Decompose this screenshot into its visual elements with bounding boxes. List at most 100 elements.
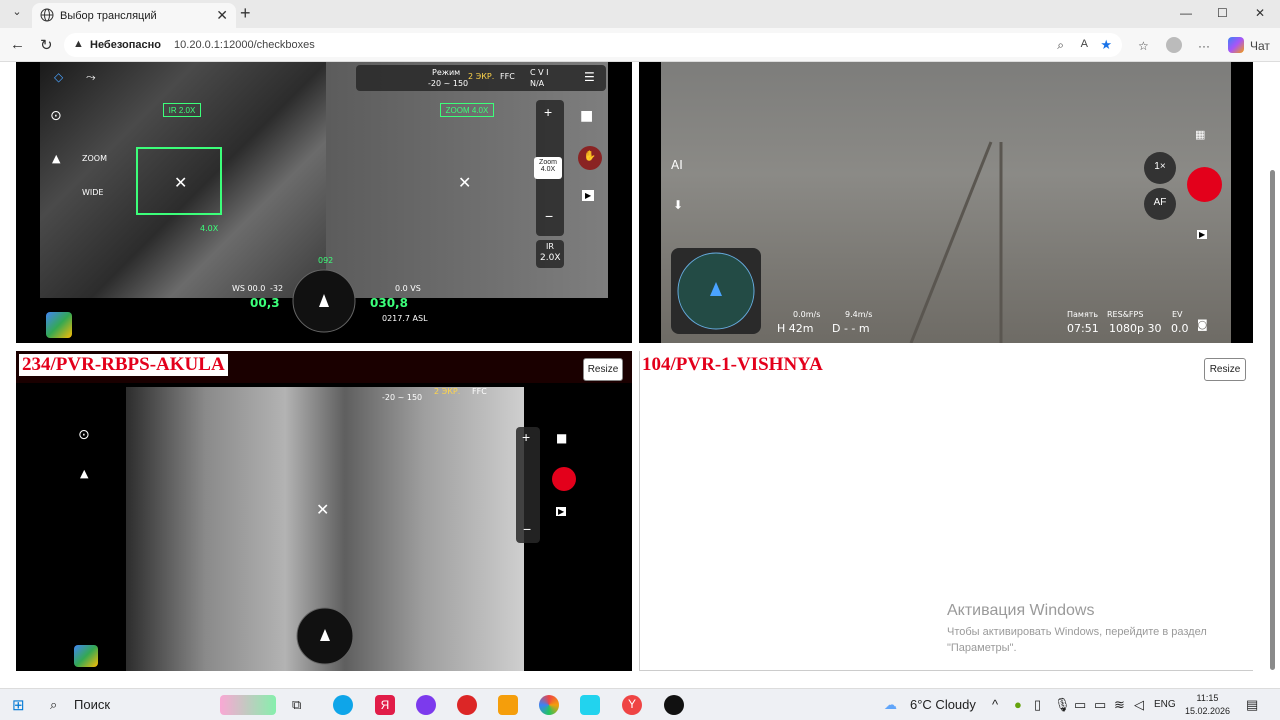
app-icon-3[interactable]	[664, 695, 684, 715]
wifi-icon[interactable]: ≋	[1114, 697, 1125, 713]
resolution-value: 1080p 30	[1109, 322, 1162, 335]
favorite-star-icon[interactable]: ★	[1100, 37, 1112, 53]
wind-direction: -32	[270, 284, 284, 293]
playback-icon[interactable]: ▶	[556, 507, 567, 516]
resize-button-vishnya[interactable]: Resize	[1204, 358, 1246, 381]
tab-actions-menu-icon[interactable]: ⌄	[8, 5, 26, 23]
tab-close-icon[interactable]: ✕	[216, 7, 228, 24]
wide-mode-label[interactable]: WIDE	[82, 188, 103, 197]
ir-zoom-box[interactable]: IR 2.0X	[536, 240, 564, 268]
file-explorer-icon[interactable]	[498, 695, 518, 715]
scrollbar-thumb[interactable]	[1270, 170, 1275, 670]
yandex-browser-icon[interactable]: Y	[622, 695, 642, 715]
wind-speed: WS 00.0	[232, 284, 266, 293]
zoom-out-icon[interactable]: −	[523, 521, 531, 537]
ffc-label[interactable]: FFC	[472, 387, 487, 396]
ai-icon[interactable]: AI	[671, 158, 683, 172]
tray-chevron-icon[interactable]: ^	[992, 697, 998, 712]
vertical-speed: 0.0 VS	[395, 284, 421, 293]
crosshair-left: ✕	[174, 175, 188, 192]
waypoint-icon[interactable]: ◇	[54, 70, 63, 84]
autofocus-button[interactable]: AF	[1144, 188, 1176, 220]
video-camera-icon[interactable]: ■	[556, 431, 567, 445]
widgets-icon[interactable]	[220, 695, 276, 715]
settings-sliders-icon[interactable]: ☰	[584, 70, 595, 84]
weather-label[interactable]: 6°C Cloudy	[910, 697, 976, 712]
yandex-icon[interactable]: Я	[375, 695, 395, 715]
tray-device-icon[interactable]: ▭	[1074, 697, 1086, 713]
favorites-icon[interactable]: ☆	[1138, 39, 1149, 53]
target-lock-icon[interactable]: ⊙	[78, 427, 90, 443]
page-scrollbar[interactable]	[1268, 62, 1276, 688]
zoom-mode-label[interactable]: ZOOM	[82, 154, 107, 163]
ekr-label[interactable]: 2 ЭКР.	[434, 387, 460, 396]
window-close-icon[interactable]: ✕	[1255, 6, 1265, 20]
edge-icon[interactable]	[333, 695, 353, 715]
ev-label: EV	[1172, 310, 1183, 319]
playback-icon[interactable]: ▶	[1197, 230, 1208, 239]
video-camera-icon[interactable]: ■	[580, 108, 593, 124]
gallery-icon[interactable]: ▦	[1195, 128, 1205, 141]
chrome-icon[interactable]	[539, 695, 559, 715]
back-icon[interactable]: ←	[10, 36, 25, 53]
record-button[interactable]	[552, 467, 576, 491]
new-tab-icon[interactable]: +	[240, 3, 251, 24]
language-indicator[interactable]: ENG	[1154, 699, 1176, 710]
app-icon[interactable]	[457, 695, 477, 715]
top-status-bar: Режим -20 ~ 150 2 ЭКР. FFC C V I N/A ☰	[356, 65, 606, 91]
messenger-icon[interactable]	[416, 695, 436, 715]
taskbar-search-label[interactable]: Поиск	[74, 697, 110, 712]
page-content: ◇ ⤳ ⊙ ▲ ZOOM WIDE IR 2.0X ✕ 4.0X ZOOM 4.…	[0, 62, 1280, 688]
search-icon[interactable]: ⌕	[50, 697, 57, 713]
cloud-icon[interactable]: ☁	[884, 697, 897, 713]
record-time: 07:51	[1067, 322, 1099, 335]
playback-icon[interactable]: ▶	[582, 190, 595, 201]
address-field[interactable]: ▲ Небезопасно 10.20.0.1:12000/checkboxes…	[64, 33, 1122, 57]
profile-avatar[interactable]	[1166, 37, 1182, 53]
landing-icon[interactable]: ⬇	[673, 198, 683, 212]
ffc-label[interactable]: FFC	[500, 72, 515, 81]
system-clock[interactable]: 11:15 15.02.2026	[1185, 692, 1230, 718]
volume-icon[interactable]: ◁	[1134, 697, 1144, 713]
battery-icon[interactable]: ▭	[1094, 697, 1106, 713]
zoom-magnifier-icon[interactable]: ⌕	[1057, 38, 1064, 53]
res-fps-label: RES&FPS	[1107, 310, 1144, 319]
minimize-icon[interactable]: —	[1180, 6, 1192, 20]
browser-tab[interactable]: Выбор трансляций ✕	[32, 3, 236, 28]
zoom-out-icon[interactable]: −	[545, 208, 553, 224]
camera-icon[interactable]: ◙	[1197, 318, 1208, 331]
map-icon[interactable]	[46, 312, 72, 338]
more-menu-icon[interactable]: ···	[1198, 39, 1210, 53]
microphone-icon[interactable]: 🎙	[1054, 697, 1071, 713]
zoom-in-icon[interactable]: +	[522, 429, 530, 445]
reload-icon[interactable]: ↻	[40, 36, 53, 54]
warning-icon[interactable]: ▲	[73, 38, 84, 50]
map-icon[interactable]	[74, 645, 98, 667]
zoom-in-icon[interactable]: +	[544, 104, 552, 120]
maximize-icon[interactable]: ☐	[1217, 6, 1228, 20]
read-aloud-icon[interactable]: A	[1081, 38, 1088, 50]
cvi-label: C V I	[530, 68, 549, 77]
zoom-1x-button[interactable]: 1×	[1144, 152, 1176, 184]
aircraft-icon: ▲	[52, 152, 61, 165]
start-icon[interactable]: ⊞	[12, 696, 25, 714]
stop-record-icon[interactable]: ✋	[578, 146, 602, 170]
compass-dial	[296, 607, 354, 665]
bracket-zoom-label: 4.0X	[200, 224, 219, 233]
feed-bottom-left: ⤳ ⊙ ▲ 2 ЭКР. FFC -20 ~ 150 ✕ + − ■ ▶	[16, 351, 632, 671]
app-icon-2[interactable]	[580, 695, 600, 715]
resize-button-akula[interactable]: Resize	[583, 358, 623, 381]
globe-icon	[40, 8, 54, 22]
chat-label[interactable]: Чат	[1250, 39, 1270, 53]
route-icon[interactable]: ⤳	[86, 70, 96, 85]
record-button[interactable]	[1187, 167, 1222, 202]
tray-usb-icon[interactable]: ▯	[1034, 697, 1041, 713]
windows-taskbar: ⊞ ⌕ Поиск ⧉ Я Y ☁ 6°C Cloudy ^ ● ▯ 🎙 ▭ ▭…	[0, 688, 1280, 720]
task-view-icon[interactable]: ⧉	[292, 697, 301, 713]
tray-app-icon[interactable]: ●	[1014, 697, 1022, 712]
zoom-indicator-value: 4.0X	[540, 166, 556, 173]
target-lock-icon[interactable]: ⊙	[50, 108, 62, 124]
notifications-icon[interactable]: ▤	[1246, 697, 1258, 713]
copilot-icon[interactable]	[1228, 37, 1244, 53]
ekr-label[interactable]: 2 ЭКР.	[468, 72, 494, 81]
